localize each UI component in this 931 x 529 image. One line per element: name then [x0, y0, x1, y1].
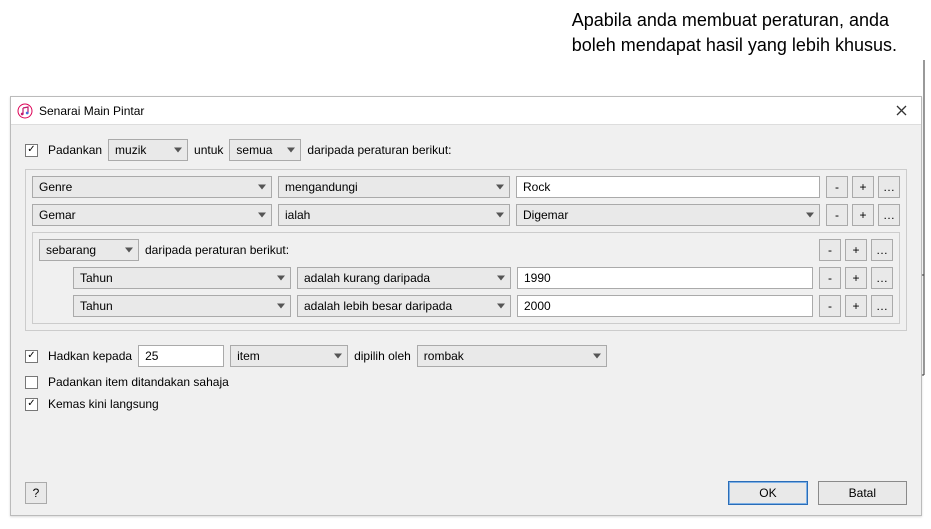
nest-rule-button[interactable]: …	[878, 176, 900, 198]
remove-rule-button[interactable]: -	[819, 295, 841, 317]
selected-by-label: dipilih oleh	[354, 349, 411, 363]
rule-row: Tahun adalah lebih besar daripada - + …	[39, 295, 893, 317]
live-update-label: Kemas kini langsung	[48, 397, 159, 411]
limit-checkbox[interactable]	[25, 350, 38, 363]
nest-rule-button[interactable]: …	[871, 295, 893, 317]
nest-rule-button[interactable]: …	[871, 267, 893, 289]
nested-header-row: sebarang daripada peraturan berikut: - +…	[39, 239, 893, 261]
callout-line-1: Apabila anda membuat peraturan, anda	[572, 8, 897, 33]
rule-field-select[interactable]: Genre	[32, 176, 272, 198]
remove-rule-button[interactable]: -	[819, 267, 841, 289]
match-checked-only-checkbox[interactable]	[25, 376, 38, 389]
add-rule-button[interactable]: +	[852, 204, 874, 226]
help-button[interactable]: ?	[25, 482, 47, 504]
remove-rule-button[interactable]: -	[826, 204, 848, 226]
match-checked-only-label: Padankan item ditandakan sahaja	[48, 375, 229, 389]
nest-rule-button[interactable]: …	[871, 239, 893, 261]
selected-by-select[interactable]: rombak	[417, 345, 607, 367]
app-icon	[17, 103, 33, 119]
rule-value-input[interactable]	[517, 295, 813, 317]
rule-row: Tahun adalah kurang daripada - + …	[39, 267, 893, 289]
dialog-title: Senarai Main Pintar	[39, 104, 887, 118]
media-type-select[interactable]: muzik	[108, 139, 188, 161]
rule-operator-select[interactable]: adalah lebih besar daripada	[297, 295, 511, 317]
match-row: Padankan muzik untuk semua daripada pera…	[25, 139, 907, 161]
titlebar: Senarai Main Pintar	[11, 97, 921, 125]
limit-row: Hadkan kepada item dipilih oleh rombak	[25, 345, 907, 367]
close-icon	[896, 105, 907, 116]
live-update-checkbox[interactable]	[25, 398, 38, 411]
rule-row: Gemar ialah Digemar - + …	[32, 204, 900, 226]
dialog-body: Padankan muzik untuk semua daripada pera…	[11, 125, 921, 429]
of-rules-label: daripada peraturan berikut:	[307, 143, 451, 157]
match-checked-only-row: Padankan item ditandakan sahaja	[25, 375, 907, 389]
callout-line-2: boleh mendapat hasil yang lebih khusus.	[572, 33, 897, 58]
rule-operator-select[interactable]: mengandungi	[278, 176, 510, 198]
rule-field-select[interactable]: Tahun	[73, 267, 291, 289]
smart-playlist-dialog: Senarai Main Pintar Padankan muzik untuk…	[10, 96, 922, 516]
rule-value-input[interactable]	[517, 267, 813, 289]
rule-operator-select[interactable]: ialah	[278, 204, 510, 226]
help-icon: ?	[33, 486, 40, 500]
add-rule-button[interactable]: +	[845, 239, 867, 261]
remove-rule-button[interactable]: -	[826, 176, 848, 198]
close-button[interactable]	[887, 100, 915, 122]
nested-of-rules-label: daripada peraturan berikut:	[145, 243, 289, 257]
live-update-row: Kemas kini langsung	[25, 397, 907, 411]
match-label: Padankan	[48, 143, 102, 157]
rule-operator-select[interactable]: adalah kurang daripada	[297, 267, 511, 289]
nest-rule-button[interactable]: …	[878, 204, 900, 226]
rules-group: Genre mengandungi - + … Gemar ialah	[25, 169, 907, 331]
add-rule-button[interactable]: +	[852, 176, 874, 198]
rule-value-select[interactable]: Digemar	[516, 204, 820, 226]
limit-count-input[interactable]	[138, 345, 224, 367]
nested-quantifier-select[interactable]: sebarang	[39, 239, 139, 261]
options-section: Hadkan kepada item dipilih oleh rombak P…	[25, 345, 907, 411]
rule-field-select[interactable]: Tahun	[73, 295, 291, 317]
for-label: untuk	[194, 143, 223, 157]
nested-rules-group: sebarang daripada peraturan berikut: - +…	[32, 232, 900, 324]
cancel-button[interactable]: Batal	[818, 481, 907, 505]
annotation-callout: Apabila anda membuat peraturan, anda bol…	[572, 8, 897, 58]
add-rule-button[interactable]: +	[845, 267, 867, 289]
match-checkbox[interactable]	[25, 144, 38, 157]
rule-field-select[interactable]: Gemar	[32, 204, 272, 226]
limit-label: Hadkan kepada	[48, 349, 132, 363]
rule-value-input[interactable]	[516, 176, 820, 198]
rule-row: Genre mengandungi - + …	[32, 176, 900, 198]
limit-unit-select[interactable]: item	[230, 345, 348, 367]
add-rule-button[interactable]: +	[845, 295, 867, 317]
quantifier-select[interactable]: semua	[229, 139, 301, 161]
dialog-footer: ? OK Batal	[25, 481, 907, 505]
remove-rule-button[interactable]: -	[819, 239, 841, 261]
ok-button[interactable]: OK	[728, 481, 807, 505]
